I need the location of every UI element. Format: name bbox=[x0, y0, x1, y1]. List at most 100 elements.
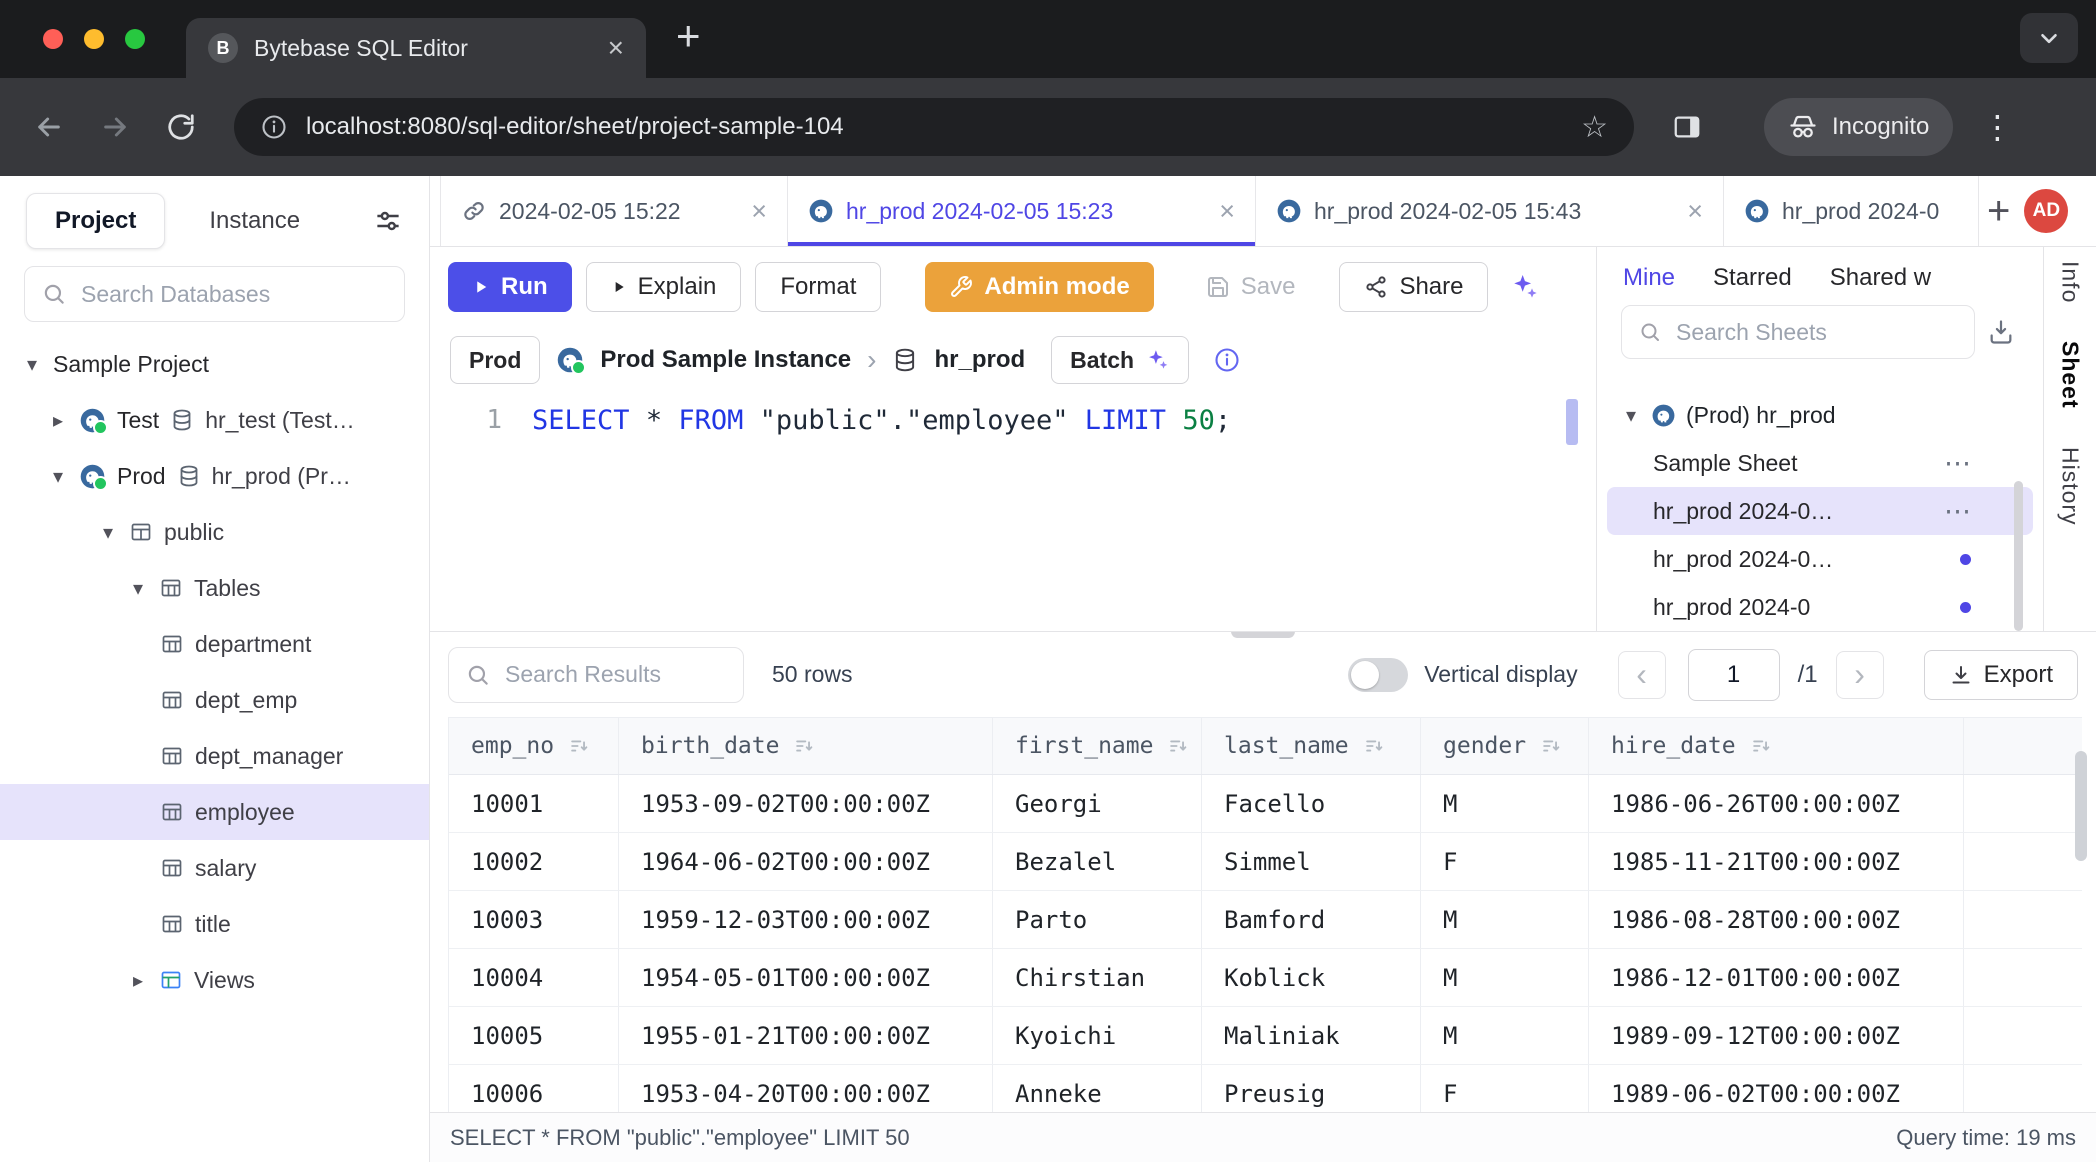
minimize-window-button[interactable] bbox=[84, 29, 104, 49]
table-row[interactable]: 10002 1964-06-02T00:00:00Z Bezalel Simme… bbox=[449, 833, 2082, 891]
cell[interactable]: 1989-06-02T00:00:00Z bbox=[1589, 1065, 1964, 1112]
cell[interactable]: 10001 bbox=[449, 775, 619, 832]
cell[interactable]: 10004 bbox=[449, 949, 619, 1006]
sheet-tab-1[interactable]: 2024-02-05 15:22 × bbox=[440, 176, 788, 246]
cell[interactable]: Maliniak bbox=[1202, 1007, 1421, 1064]
tree-item-instance-prod[interactable]: ▾ Prod hr_prod (Pr… bbox=[0, 448, 429, 504]
vertical-display-toggle[interactable] bbox=[1348, 658, 1408, 692]
column-header[interactable]: hire_date bbox=[1589, 718, 1964, 774]
sql-code-line[interactable]: SELECT * FROM "public"."employee" LIMIT … bbox=[532, 405, 1231, 436]
export-button[interactable]: Export bbox=[1924, 650, 2078, 700]
cell[interactable]: Bamford bbox=[1202, 891, 1421, 948]
environment-chip[interactable]: Prod bbox=[450, 336, 540, 384]
sql-editor[interactable]: 1 SELECT * FROM "public"."employee" LIMI… bbox=[430, 393, 1596, 631]
cell[interactable]: Chirstian bbox=[993, 949, 1202, 1006]
format-button[interactable]: Format bbox=[755, 262, 881, 312]
batch-button[interactable]: Batch bbox=[1051, 336, 1189, 384]
database-search-input[interactable] bbox=[79, 280, 388, 309]
new-sheet-button[interactable]: + bbox=[1987, 191, 2010, 231]
cell[interactable]: 1964-06-02T00:00:00Z bbox=[619, 833, 993, 890]
close-sheet-icon[interactable]: × bbox=[1687, 198, 1703, 225]
table-row[interactable]: 10001 1953-09-02T00:00:00Z Georgi Facell… bbox=[449, 775, 2082, 833]
tree-item-table-selected[interactable]: employee bbox=[0, 784, 429, 840]
tab-project[interactable]: Project bbox=[26, 193, 165, 249]
cell[interactable]: Preusig bbox=[1202, 1065, 1421, 1112]
splitter-handle[interactable] bbox=[1231, 631, 1295, 638]
cell[interactable]: 1955-01-21T00:00:00Z bbox=[619, 1007, 993, 1064]
cell[interactable]: M bbox=[1421, 891, 1589, 948]
tab-info[interactable]: Info bbox=[2057, 261, 2084, 303]
panel-scrollbar[interactable] bbox=[2014, 481, 2023, 631]
caret-down-icon[interactable]: ▾ bbox=[1621, 403, 1641, 428]
info-icon[interactable] bbox=[1213, 346, 1241, 374]
tree-item-views[interactable]: ▸ Views bbox=[0, 952, 429, 1008]
cell[interactable]: 10005 bbox=[449, 1007, 619, 1064]
tree-item-tables[interactable]: ▾ Tables bbox=[0, 560, 429, 616]
table-row[interactable]: 10003 1959-12-03T00:00:00Z Parto Bamford… bbox=[449, 891, 2082, 949]
tab-instance[interactable]: Instance bbox=[209, 207, 300, 235]
caret-down-icon[interactable]: ▾ bbox=[48, 464, 68, 489]
cell[interactable]: Parto bbox=[993, 891, 1202, 948]
close-sheet-icon[interactable]: × bbox=[1219, 198, 1235, 225]
cell[interactable]: M bbox=[1421, 949, 1589, 1006]
results-search-input[interactable] bbox=[503, 660, 727, 689]
cell[interactable]: 10006 bbox=[449, 1065, 619, 1112]
column-header[interactable]: emp_no bbox=[449, 718, 619, 774]
cell[interactable]: 10002 bbox=[449, 833, 619, 890]
tree-item-table[interactable]: dept_manager bbox=[0, 728, 429, 784]
sheet-item[interactable]: Sample Sheet ⋯ bbox=[1607, 439, 2033, 487]
cell[interactable]: 1986-06-26T00:00:00Z bbox=[1589, 775, 1964, 832]
prev-page-button[interactable]: ‹ bbox=[1618, 651, 1666, 699]
cell[interactable]: 1989-09-12T00:00:00Z bbox=[1589, 1007, 1964, 1064]
share-button[interactable]: Share bbox=[1339, 262, 1488, 312]
caret-right-icon[interactable]: ▸ bbox=[48, 408, 68, 433]
caret-down-icon[interactable]: ▾ bbox=[128, 576, 148, 601]
tree-item-table[interactable]: dept_emp bbox=[0, 672, 429, 728]
cell[interactable]: 1985-11-21T00:00:00Z bbox=[1589, 833, 1964, 890]
sheet-item-selected[interactable]: hr_prod 2024-0… ⋯ bbox=[1607, 487, 2033, 535]
address-bar[interactable]: localhost:8080/sql-editor/sheet/project-… bbox=[234, 98, 1634, 156]
explain-button[interactable]: Explain bbox=[586, 262, 742, 312]
sheet-tab-4[interactable]: hr_prod 2024-0 bbox=[1724, 176, 1979, 246]
sort-icon[interactable] bbox=[1750, 735, 1772, 757]
tab-mine[interactable]: Mine bbox=[1623, 264, 1675, 292]
sheet-item[interactable]: hr_prod 2024-0… bbox=[1607, 535, 2033, 583]
sort-icon[interactable] bbox=[1540, 735, 1562, 757]
run-button[interactable]: Run bbox=[448, 262, 572, 312]
browser-menu-icon[interactable]: ⋮ bbox=[1981, 108, 2013, 146]
browser-tab[interactable]: B Bytebase SQL Editor × bbox=[186, 18, 646, 78]
cell[interactable]: Koblick bbox=[1202, 949, 1421, 1006]
tree-item-table[interactable]: salary bbox=[0, 840, 429, 896]
table-row[interactable]: 10004 1954-05-01T00:00:00Z Chirstian Kob… bbox=[449, 949, 2082, 1007]
column-header[interactable]: birth_date bbox=[619, 718, 993, 774]
cell[interactable]: 1986-08-28T00:00:00Z bbox=[1589, 891, 1964, 948]
caret-down-icon[interactable]: ▾ bbox=[98, 520, 118, 545]
cell[interactable]: 1953-04-20T00:00:00Z bbox=[619, 1065, 993, 1112]
sheet-menu-icon[interactable]: ⋯ bbox=[1944, 496, 1971, 527]
cell[interactable]: M bbox=[1421, 1007, 1589, 1064]
cell[interactable]: M bbox=[1421, 775, 1589, 832]
site-info-icon[interactable] bbox=[260, 113, 288, 141]
tab-search-chevron-icon[interactable] bbox=[2020, 13, 2078, 63]
sheet-tab-3[interactable]: hr_prod 2024-02-05 15:43 × bbox=[1256, 176, 1724, 246]
close-tab-icon[interactable]: × bbox=[608, 34, 624, 62]
save-button[interactable]: Save bbox=[1182, 262, 1320, 312]
cell[interactable]: Simmel bbox=[1202, 833, 1421, 890]
column-header[interactable]: gender bbox=[1421, 718, 1589, 774]
caret-right-icon[interactable]: ▸ bbox=[128, 968, 148, 993]
user-avatar[interactable]: AD bbox=[2024, 189, 2068, 233]
bookmark-star-icon[interactable]: ☆ bbox=[1581, 110, 1608, 145]
reload-icon[interactable] bbox=[158, 104, 204, 150]
tree-item-instance-test[interactable]: ▸ Test hr_test (Test… bbox=[0, 392, 429, 448]
tree-item-table[interactable]: title bbox=[0, 896, 429, 952]
tab-starred[interactable]: Starred bbox=[1713, 264, 1792, 292]
next-page-button[interactable]: › bbox=[1836, 651, 1884, 699]
sheet-item[interactable]: hr_prod 2024-0 bbox=[1607, 583, 2033, 631]
cell[interactable]: Kyoichi bbox=[993, 1007, 1202, 1064]
sort-icon[interactable] bbox=[1167, 735, 1189, 757]
database-name[interactable]: hr_prod bbox=[934, 346, 1025, 374]
cell[interactable]: F bbox=[1421, 833, 1589, 890]
admin-mode-button[interactable]: Admin mode bbox=[925, 262, 1153, 312]
table-row[interactable]: 10006 1953-04-20T00:00:00Z Anneke Preusi… bbox=[449, 1065, 2082, 1112]
cell[interactable]: F bbox=[1421, 1065, 1589, 1112]
